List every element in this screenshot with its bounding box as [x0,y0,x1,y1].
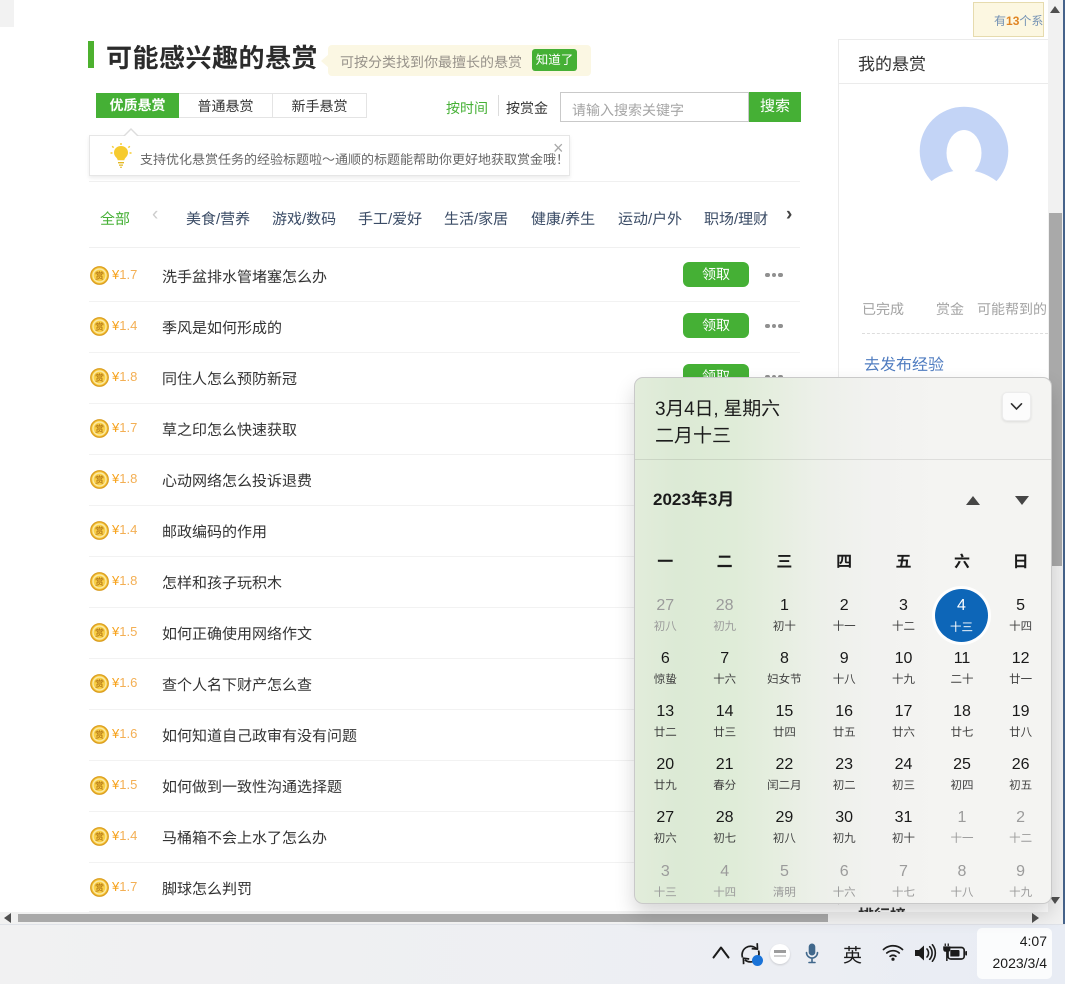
svg-text:赏: 赏 [95,370,104,383]
svg-text:赏: 赏 [95,676,104,689]
svg-text:赏: 赏 [95,727,104,740]
svg-text:赏: 赏 [95,319,104,332]
svg-text:赏: 赏 [95,421,104,434]
svg-text:赏: 赏 [95,574,104,587]
svg-text:赏: 赏 [95,829,104,842]
svg-text:赏: 赏 [95,778,104,791]
svg-text:赏: 赏 [95,625,104,638]
svg-text:赏: 赏 [95,268,104,281]
svg-text:赏: 赏 [95,523,104,536]
svg-text:赏: 赏 [95,880,104,893]
svg-text:赏: 赏 [95,472,104,485]
